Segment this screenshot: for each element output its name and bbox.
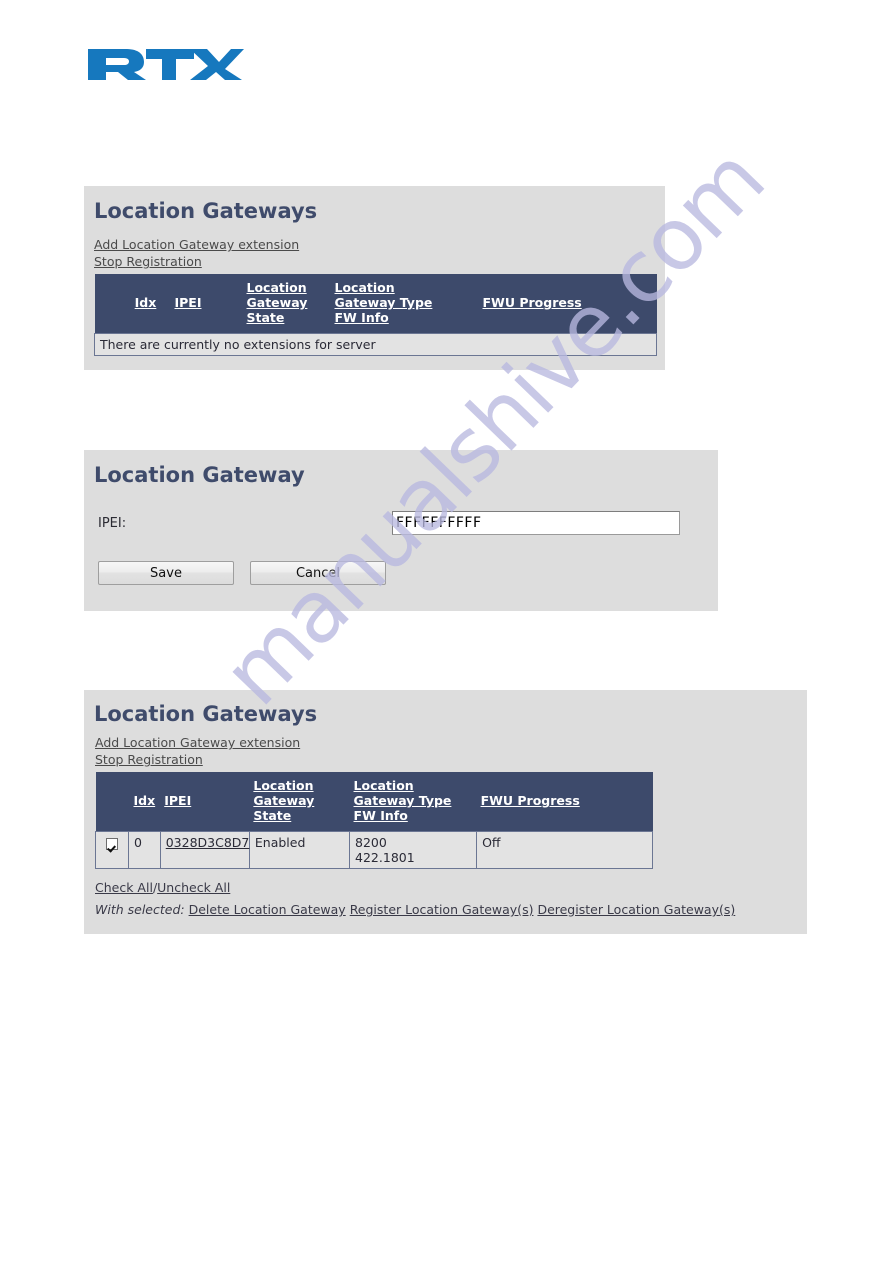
with-selected-label: With selected: <box>95 902 185 917</box>
column-ipei-2: IPEI <box>160 772 250 832</box>
row-select-cell <box>95 831 129 869</box>
column-idx: Idx <box>120 274 171 334</box>
location-gateway-form-panel: Location Gateway IPEI: Save Cancel <box>84 450 718 611</box>
uncheck-all-link[interactable]: Uncheck All <box>157 880 230 895</box>
row-type-fw-cell: 8200 422.1801 <box>349 831 478 869</box>
cancel-button[interactable]: Cancel <box>250 561 386 585</box>
table-row-empty: There are currently no extensions for se… <box>94 333 657 356</box>
table-header: Idx IPEI Location Gateway State Location… <box>94 274 657 334</box>
ipei-input[interactable] <box>392 511 680 535</box>
row-state-cell: Enabled <box>248 831 351 869</box>
table-row: 0 0328D3C8D7 Enabled 8200 422.1801 Off <box>95 831 653 869</box>
ipei-label: IPEI: <box>98 516 127 531</box>
add-location-gateway-extension-link[interactable]: Add Location Gateway extension <box>94 237 299 253</box>
location-gateways-table: Idx IPEI Location Gateway State Location… <box>95 772 653 869</box>
column-fwu-progress-2: FWU Progress <box>476 772 653 832</box>
location-gateways-table-empty: Idx IPEI Location Gateway State Location… <box>94 274 657 356</box>
form-title: Location Gateway <box>94 463 305 487</box>
row-fw-info: 422.1801 <box>355 850 415 865</box>
empty-message: There are currently no extensions for se… <box>94 333 657 356</box>
table-body-2: 0 0328D3C8D7 Enabled 8200 422.1801 Off <box>95 831 653 869</box>
stop-registration-link[interactable]: Stop Registration <box>94 254 202 270</box>
ipei-link[interactable]: 0328D3C8D7 <box>166 835 250 850</box>
row-select-checkbox[interactable] <box>105 838 118 850</box>
logo-letter-r <box>88 49 146 80</box>
location-gateways-list-panel: Location Gateways Add Location Gateway e… <box>84 690 807 934</box>
row-fwu-progress-cell: Off <box>476 831 653 869</box>
column-ipei: IPEI <box>170 274 243 334</box>
row-idx-cell: 0 <box>127 831 161 869</box>
column-gateway-state: Location Gateway State <box>242 274 331 334</box>
delete-location-gateway-link[interactable]: Delete Location Gateway <box>189 902 346 917</box>
logo-letter-t <box>146 49 194 80</box>
column-select-2 <box>95 772 129 832</box>
table-header-row: Idx IPEI Location Gateway State Location… <box>94 274 657 334</box>
save-button[interactable]: Save <box>98 561 234 585</box>
check-all-row: Check All/Uncheck All <box>95 880 230 895</box>
row-gateway-type: 8200 <box>355 835 387 850</box>
table-header-2: Idx IPEI Location Gateway State Location… <box>95 772 653 832</box>
register-location-gateways-link[interactable]: Register Location Gateway(s) <box>350 902 534 917</box>
column-gateway-state-2: Location Gateway State <box>249 772 350 832</box>
location-gateways-empty-panel: Location Gateways Add Location Gateway e… <box>84 186 665 370</box>
table-body: There are currently no extensions for se… <box>94 333 657 356</box>
with-selected-row: With selected: Delete Location Gateway R… <box>95 902 735 917</box>
rtx-logo-svg <box>88 49 244 80</box>
column-gateway-type-fw-info-2: Location Gateway Type FW Info <box>349 772 477 832</box>
stop-registration-link-2[interactable]: Stop Registration <box>95 752 203 768</box>
table-header-row-2: Idx IPEI Location Gateway State Location… <box>95 772 653 832</box>
list-title: Location Gateways <box>94 702 318 726</box>
page-title: Location Gateways <box>94 199 318 223</box>
rtx-logo <box>86 47 244 85</box>
check-all-link[interactable]: Check All <box>95 880 153 895</box>
column-select <box>94 274 121 334</box>
column-gateway-type-fw-info: Location Gateway Type FW Info <box>330 274 479 334</box>
add-location-gateway-extension-link-2[interactable]: Add Location Gateway extension <box>95 735 300 751</box>
deregister-location-gateways-link[interactable]: Deregister Location Gateway(s) <box>537 902 735 917</box>
column-idx-2: Idx <box>128 772 161 832</box>
column-fwu-progress: FWU Progress <box>478 274 657 334</box>
row-ipei-cell: 0328D3C8D7 <box>159 831 250 869</box>
